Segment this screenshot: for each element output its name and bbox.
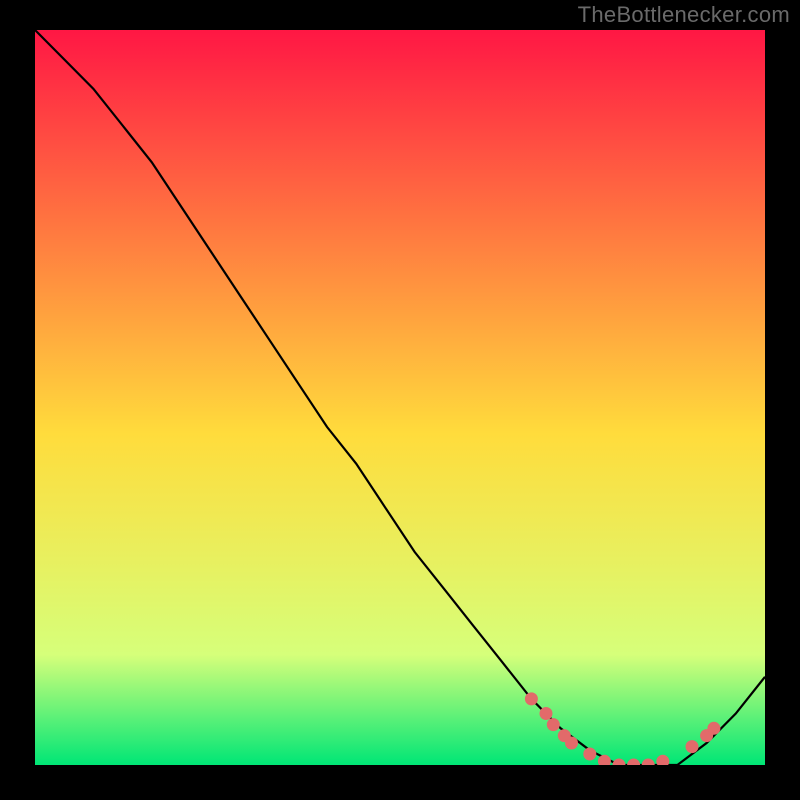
bottleneck-chart <box>35 30 765 765</box>
marker-dot <box>707 722 720 735</box>
marker-dot <box>525 692 538 705</box>
marker-dot <box>583 748 596 761</box>
attribution-text: TheBottlenecker.com <box>578 2 790 28</box>
gradient-background <box>35 30 765 765</box>
marker-dot <box>565 737 578 750</box>
marker-dot <box>540 707 553 720</box>
marker-dot <box>547 718 560 731</box>
marker-dot <box>686 740 699 753</box>
